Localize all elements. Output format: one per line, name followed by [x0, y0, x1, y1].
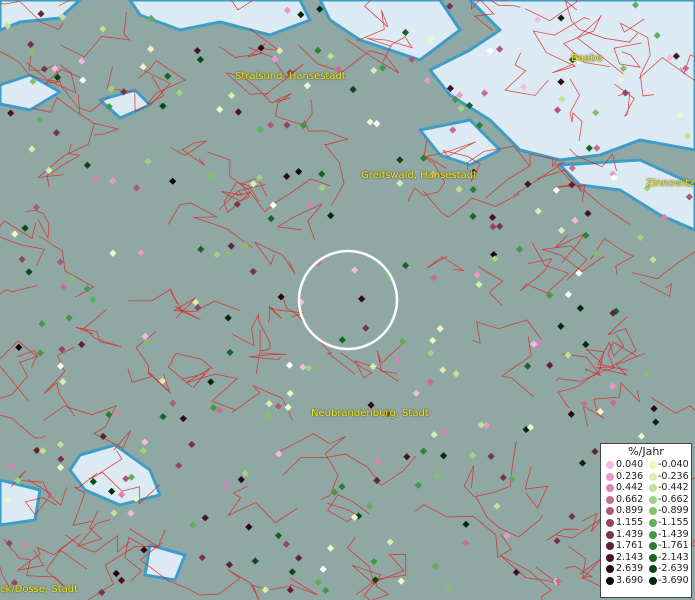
place-label-zinnowitz[interactable]: Zinnowitz — [646, 178, 695, 189]
legend-swatch-negative — [649, 530, 657, 539]
legend-row: 0.040 -0.040 — [601, 459, 691, 471]
legend-row: 3.690 -3.690 — [601, 575, 691, 587]
legend-value-negative: -3.690 — [658, 574, 689, 586]
legend-value-negative: -0.442 — [658, 482, 689, 494]
legend-swatch-negative — [649, 565, 657, 574]
legend-row: 2.143 -2.143 — [601, 552, 691, 564]
legend-value-negative: -0.040 — [658, 459, 689, 470]
legend-swatch-positive — [606, 576, 614, 585]
legend-swatch-negative — [649, 461, 657, 469]
legend-swatch-positive — [606, 461, 614, 469]
legend-value-positive: 2.143 — [616, 551, 644, 563]
legend-swatch-negative — [649, 553, 657, 562]
legend-swatch-negative — [649, 484, 657, 493]
legend-row: 1.761 -1.761 — [601, 540, 691, 552]
place-label-dosse[interactable]: ck/Dosse, Stadt — [0, 584, 78, 595]
legend-swatch-negative — [649, 507, 657, 516]
place-label-baabe[interactable]: Baabe — [571, 53, 603, 64]
legend-swatch-negative — [649, 576, 657, 585]
legend-value-positive: 3.690 — [616, 574, 644, 586]
legend-row: 0.442 -0.442 — [601, 482, 691, 494]
legend-value-negative: -1.439 — [658, 528, 689, 540]
place-label-neubrandenburg[interactable]: Neubrandenburg, Stadt — [311, 408, 429, 419]
map-canvas[interactable] — [0, 0, 695, 600]
legend-swatch-positive — [606, 518, 614, 527]
legend-value-negative: -0.899 — [658, 505, 689, 517]
legend-swatch-positive — [606, 553, 614, 562]
legend-row: 2.639 -2.639 — [601, 563, 691, 575]
legend-row: 0.236 -0.236 — [601, 471, 691, 483]
legend-swatch-positive — [606, 565, 614, 574]
legend-swatch-positive — [606, 530, 614, 539]
legend-swatch-negative — [649, 518, 657, 527]
legend-swatch-positive — [606, 472, 614, 481]
legend-swatch-negative — [649, 495, 657, 504]
legend-rows: 0.040 -0.040 0.236 -0.236 0.442 -0.442 0.662 -0… — [601, 459, 691, 587]
legend-value-negative: -2.639 — [658, 563, 689, 575]
legend-value-positive: 2.639 — [616, 563, 644, 575]
legend-title: %/Jahr — [628, 445, 664, 458]
legend-value-positive: 0.899 — [616, 505, 644, 517]
legend-row: 0.662 -0.662 — [601, 494, 691, 506]
legend-swatch-negative — [649, 542, 657, 551]
legend-value-negative: -0.236 — [658, 470, 689, 482]
legend-value-positive: 0.236 — [616, 470, 644, 482]
legend-swatch-positive — [606, 507, 614, 516]
legend-value-positive: 1.761 — [616, 540, 644, 552]
map-view[interactable]: Stralsund, Hansestadt Baabe Greifswald, … — [0, 0, 695, 600]
place-label-stralsund[interactable]: Stralsund, Hansestadt — [235, 71, 346, 82]
legend-value-negative: -2.143 — [658, 551, 689, 563]
legend-value-negative: -0.662 — [658, 493, 689, 505]
legend: %/Jahr 0.040 -0.040 0.236 -0.236 0.442 -0.442… — [600, 443, 692, 598]
legend-value-positive: 1.439 — [616, 528, 644, 540]
legend-value-negative: -1.155 — [658, 516, 689, 528]
legend-row: 1.439 -1.439 — [601, 529, 691, 541]
legend-value-positive: 1.155 — [616, 516, 644, 528]
legend-value-positive: 0.442 — [616, 482, 644, 494]
legend-swatch-positive — [606, 495, 614, 504]
legend-swatch-positive — [606, 542, 614, 551]
legend-value-positive: 0.662 — [616, 493, 644, 505]
legend-row: 0.899 -0.899 — [601, 505, 691, 517]
place-label-greifswald[interactable]: Greifswald, Hansestadt — [361, 170, 477, 181]
legend-value-positive: 0.040 — [616, 459, 644, 470]
legend-value-negative: -1.761 — [658, 540, 689, 552]
legend-swatch-positive — [606, 484, 614, 493]
legend-swatch-negative — [649, 472, 657, 481]
legend-row: 1.155 -1.155 — [601, 517, 691, 529]
